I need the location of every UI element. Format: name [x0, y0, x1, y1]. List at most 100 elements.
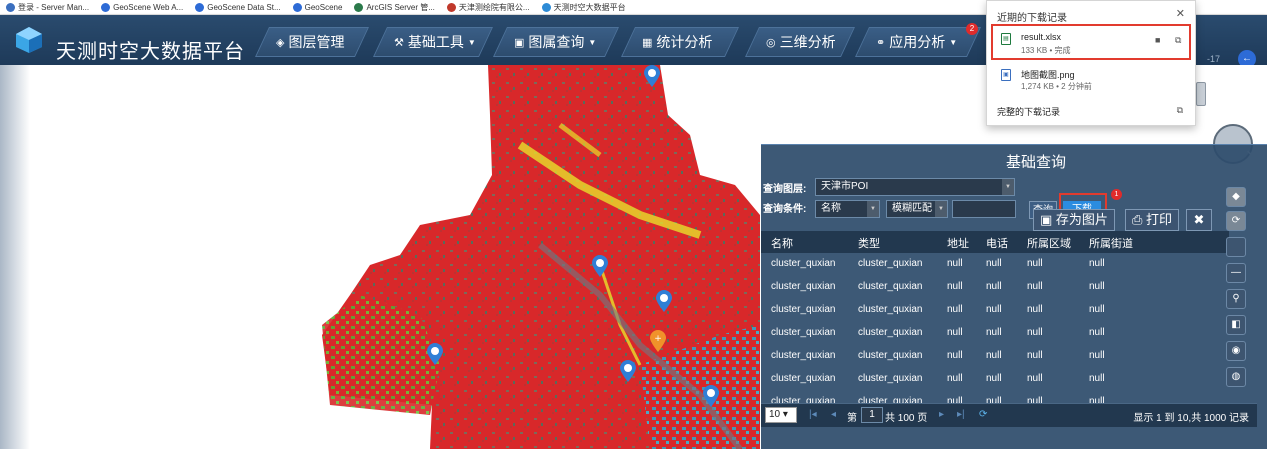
poi-marker-icon[interactable] [702, 385, 720, 407]
arcgis-icon [354, 2, 364, 12]
refresh-side-icon[interactable]: ⟳ [1226, 211, 1246, 231]
open-external-icon[interactable]: ⧉ [1177, 105, 1183, 116]
page-number-input[interactable]: 1 [861, 407, 883, 423]
print-label: 打印 [1146, 212, 1173, 227]
downloads-title: 近期的下载记录 [997, 13, 1067, 24]
globe-icon[interactable]: ◍ [1226, 367, 1246, 387]
close-icon[interactable]: ✕ [1176, 7, 1185, 20]
chevron-down-icon: ▼ [949, 37, 958, 47]
panel-toggle-icon[interactable]: ◧ [1226, 315, 1246, 335]
eye-icon[interactable]: ◉ [1226, 341, 1246, 361]
person-pin-icon[interactable]: ⚲ [1226, 289, 1246, 309]
table-cell: cluster_quxian [771, 373, 836, 384]
bookmark-item[interactable]: ArcGIS Server 管... [354, 2, 435, 13]
column-header[interactable]: 所属街道 [1089, 235, 1133, 251]
table-cell: cluster_quxian [858, 281, 923, 292]
table-cell: cluster_quxian [858, 373, 923, 384]
table-cell: null [986, 373, 1002, 384]
table-cell: cluster_quxian [858, 350, 923, 361]
download-file-meta: 1,274 KB • 2 分钟前 [1021, 82, 1092, 91]
column-header[interactable]: 所属区域 [1027, 235, 1071, 251]
save-image-button[interactable]: ▣ 存为图片 [1033, 209, 1115, 231]
nav-item[interactable]: ◈ 图层管理 [255, 27, 369, 57]
table-cell: null [1089, 373, 1105, 384]
download-item[interactable]: ▣ 地图截图.png 1,274 KB • 2 分钟前 [995, 63, 1189, 97]
nav-item[interactable]: ▦ 统计分析 [621, 27, 739, 57]
tool-blank-icon[interactable] [1226, 237, 1246, 257]
bookmark-label: GeoScene [304, 2, 343, 12]
poi-marker-icon[interactable] [643, 65, 661, 87]
refresh-icon[interactable]: ⟳ [979, 409, 987, 420]
table-row[interactable]: cluster_quxian cluster_quxian null null null… [761, 299, 1229, 322]
map-side-button[interactable] [1196, 82, 1206, 106]
save-image-label: 存为图片 [1055, 212, 1108, 227]
bookmark-item[interactable]: GeoScene Web A... [101, 2, 184, 12]
first-page-icon[interactable]: |◂ [809, 409, 817, 420]
layer-select-value: 天津市POI [821, 181, 869, 192]
download-file-name: 地图截图.png [1021, 70, 1075, 80]
poi-marker-icon[interactable] [619, 360, 637, 382]
page-size-value: 10 [769, 409, 781, 420]
prev-page-icon[interactable]: ◂ [831, 409, 836, 420]
nav-item[interactable]: ⚒ 基础工具 ▼ [373, 27, 493, 57]
table-row[interactable]: cluster_quxian cluster_quxian null null null… [761, 276, 1229, 299]
table-cell: cluster_quxian [771, 281, 836, 292]
table-cell: null [1027, 281, 1043, 292]
bookmark-item[interactable]: GeoScene [292, 2, 343, 12]
3d-icon: ◎ [766, 36, 776, 49]
column-header[interactable]: 类型 [858, 235, 880, 251]
bookmark-item[interactable]: 登录 - Server Man... [6, 2, 89, 13]
column-header[interactable]: 名称 [771, 235, 793, 251]
nav-item-label: 基础工具 [407, 34, 464, 50]
print-button[interactable]: ⎙ 打印 [1125, 209, 1180, 231]
chevron-down-icon: ▼ [1002, 179, 1014, 195]
apps-icon: ⚭ [876, 36, 886, 49]
chevron-down-icon: ▼ [867, 201, 879, 217]
next-page-icon[interactable]: ▸ [939, 409, 944, 420]
field-select[interactable]: 名称 ▼ [815, 200, 880, 218]
stats-icon: ▦ [642, 36, 653, 49]
query-keyword-input[interactable] [952, 200, 1016, 218]
nav-item-content: ▦ 统计分析 [642, 32, 712, 52]
column-header[interactable]: 电话 [986, 235, 1008, 251]
table-cell: null [986, 281, 1002, 292]
table-cell: cluster_quxian [858, 304, 923, 315]
layer-select[interactable]: 天津市POI ▼ [815, 178, 1015, 196]
match-mode-value: 模糊匹配 [892, 203, 932, 214]
all-downloads-link[interactable]: 完整的下载记录 [997, 105, 1060, 118]
panel-close-button[interactable]: ✖ [1186, 209, 1212, 231]
table-cell: null [947, 350, 963, 361]
direction-icon[interactable]: ◆ [1226, 187, 1246, 207]
poi-marker-icon[interactable] [426, 343, 444, 365]
poi-marker-orange-icon[interactable]: + [649, 330, 667, 352]
tool-line-icon[interactable]: — [1226, 263, 1246, 283]
table-cell: null [1089, 281, 1105, 292]
table-cell: cluster_quxian [858, 258, 923, 269]
notification-badge: 2 [966, 23, 978, 35]
nav-item[interactable]: ◎ 三维分析 [745, 27, 855, 57]
date-fragment: -17 [1207, 54, 1221, 64]
table-row[interactable]: cluster_quxian cluster_quxian null null null… [761, 345, 1229, 368]
nav-item-label: 图属查询 [528, 34, 585, 50]
bookmark-item[interactable]: 天测时空大数据平台 [541, 2, 626, 13]
table-row[interactable]: cluster_quxian cluster_quxian null null null… [761, 322, 1229, 345]
nav-item[interactable]: ▣ 图属查询 ▼ [493, 27, 619, 57]
layer-label: 查询图层: [763, 184, 807, 195]
last-page-icon[interactable]: ▸| [957, 409, 965, 420]
match-mode-select[interactable]: 模糊匹配 ▼ [886, 200, 948, 218]
table-row[interactable]: cluster_quxian cluster_quxian null null null… [761, 253, 1229, 276]
app-logo-icon [16, 27, 42, 53]
bookmark-item[interactable]: GeoScene Data St... [195, 2, 281, 12]
nav-item-content: ▣ 图属查询 ▼ [514, 32, 596, 52]
poi-marker-icon[interactable] [591, 255, 609, 277]
column-header[interactable]: 地址 [947, 235, 969, 251]
page-size-select[interactable]: 10 ▾ [765, 407, 797, 423]
page-total: 共 100 页 [885, 413, 928, 424]
bookmark-label: GeoScene Web A... [113, 2, 184, 12]
bookmark-item[interactable]: 天津测绘院有限公... [446, 2, 530, 13]
table-cell: cluster_quxian [771, 327, 836, 338]
poi-marker-icon[interactable] [655, 290, 673, 312]
nav-item[interactable]: ⚭ 应用分析 ▼ 2 [855, 23, 981, 57]
table-row[interactable]: cluster_quxian cluster_quxian null null null… [761, 368, 1229, 391]
query-icon: ▣ [514, 36, 525, 49]
